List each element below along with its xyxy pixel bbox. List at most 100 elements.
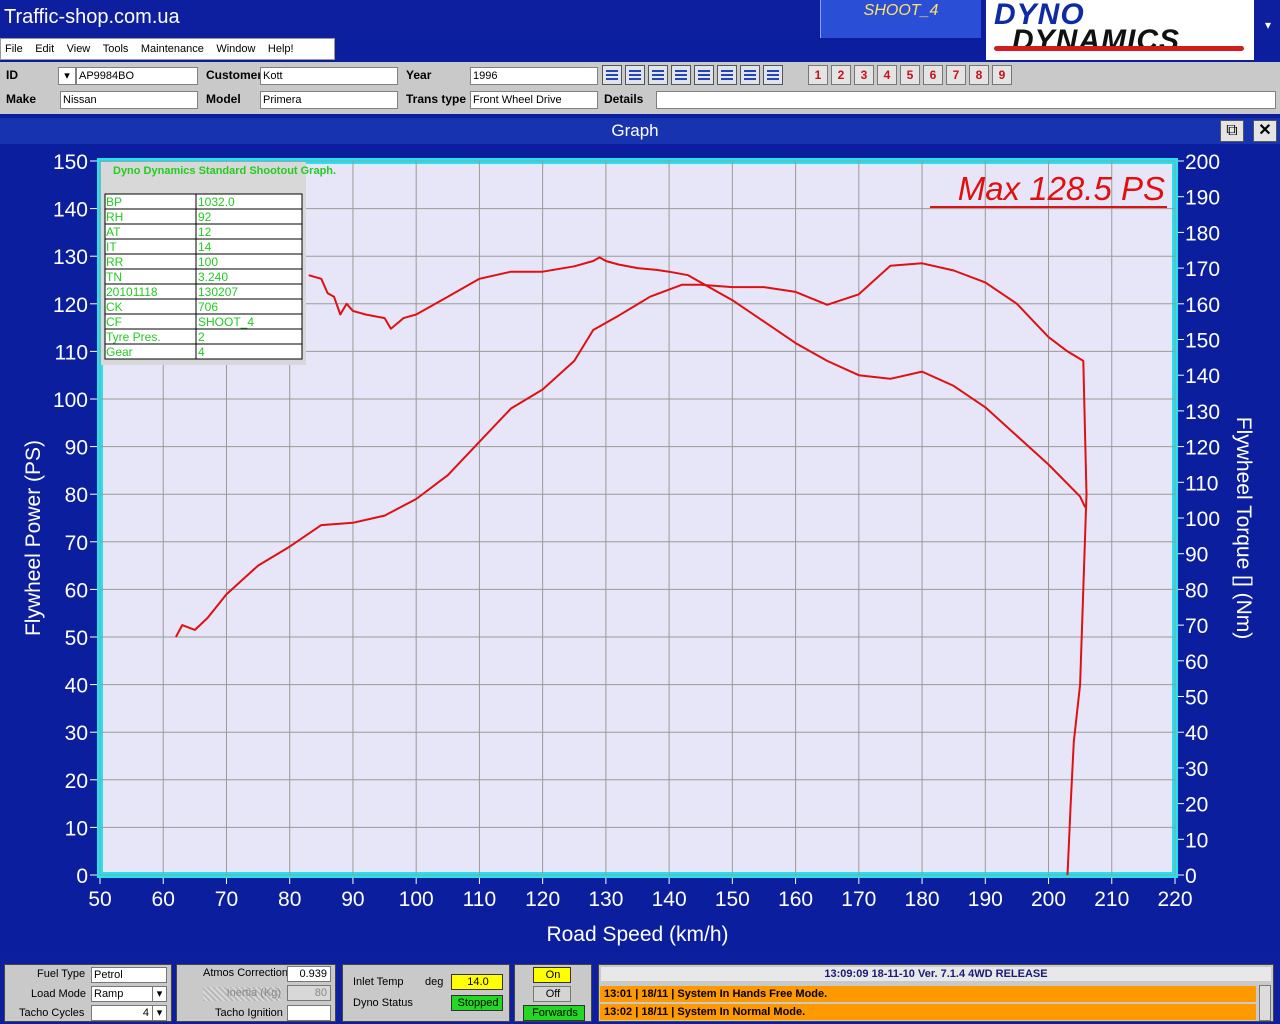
report-icon[interactable] xyxy=(694,65,714,85)
roller-panel: On Off Forwards xyxy=(514,964,592,1022)
y2-tick-label: 190 xyxy=(1185,187,1220,210)
menu-maintenance[interactable]: Maintenance xyxy=(137,40,208,55)
tacho-ignition-label: Tacho Ignition xyxy=(215,1007,283,1019)
chevron-down-icon[interactable]: ▾ xyxy=(1258,18,1278,38)
run-button-3[interactable]: 3 xyxy=(854,65,874,85)
x-tick-label: 170 xyxy=(841,888,876,911)
y2-tick-label: 50 xyxy=(1185,687,1208,710)
info-value: 4 xyxy=(198,345,205,359)
info-key: IT xyxy=(106,240,117,254)
y-tick-label: 0 xyxy=(76,865,88,888)
info-key: CK xyxy=(106,300,123,314)
y2-tick-label: 180 xyxy=(1185,222,1220,245)
off-button[interactable]: Off xyxy=(533,986,571,1002)
dyno-status-label: Dyno Status xyxy=(353,997,413,1009)
vehicle-info-panel: ID ▾ AP9984BO Customer Kott Year 1996 Ma… xyxy=(0,62,1280,114)
graph-window-title: Graph xyxy=(611,121,659,140)
logo-swoosh xyxy=(994,46,1244,51)
menu-window[interactable]: Window xyxy=(212,40,259,55)
run-button-5[interactable]: 5 xyxy=(900,65,920,85)
info-value: 130207 xyxy=(198,285,238,299)
print-icon[interactable] xyxy=(763,65,783,85)
run-button-1[interactable]: 1 xyxy=(808,65,828,85)
y2-tick-label: 170 xyxy=(1185,258,1220,281)
x-tick-label: 110 xyxy=(463,888,496,911)
atmos-correction-field[interactable]: 0.939 xyxy=(287,966,331,982)
info-key: BP xyxy=(106,195,122,209)
table-icon[interactable] xyxy=(602,65,622,85)
y2-tick-label: 60 xyxy=(1185,651,1208,674)
log-scrollbar[interactable] xyxy=(1259,985,1271,1021)
tacho-ignition-field[interactable] xyxy=(287,1005,331,1021)
run-button-7[interactable]: 7 xyxy=(946,65,966,85)
run-button-6[interactable]: 6 xyxy=(923,65,943,85)
y-tick-label: 130 xyxy=(53,246,88,269)
run-button-8[interactable]: 8 xyxy=(969,65,989,85)
y-tick-label: 20 xyxy=(65,770,88,793)
y-tick-label: 10 xyxy=(65,817,88,840)
fuel-type-field[interactable]: Petrol xyxy=(91,967,167,983)
info-value: 3.240 xyxy=(198,270,228,284)
trans-type-field[interactable]: Front Wheel Drive xyxy=(470,91,598,109)
close-icon[interactable]: ✕ xyxy=(1253,120,1277,142)
curve-icon[interactable] xyxy=(625,65,645,85)
info-value: 100 xyxy=(198,255,218,269)
fuel-panel: Fuel Type Petrol Load Mode Ramp ▾ Tacho … xyxy=(4,964,172,1022)
run-button-4[interactable]: 4 xyxy=(877,65,897,85)
y2-tick-label: 0 xyxy=(1185,865,1197,888)
x-tick-label: 70 xyxy=(215,888,238,911)
forwards-button[interactable]: Forwards xyxy=(523,1005,585,1021)
y2-tick-label: 110 xyxy=(1185,472,1218,495)
y2-axis-label: Flywheel Torque [] (Nm) xyxy=(1232,417,1255,640)
make-field[interactable]: Nissan xyxy=(60,91,198,109)
restore-icon[interactable]: ⧉ xyxy=(1220,120,1244,142)
run-button-2[interactable]: 2 xyxy=(831,65,851,85)
info-value: 92 xyxy=(198,210,212,224)
menu-file[interactable]: File xyxy=(1,40,27,55)
tacho-cycles-chevron-down-icon[interactable]: ▾ xyxy=(152,1005,167,1021)
y2-tick-label: 10 xyxy=(1185,829,1208,852)
menu-edit[interactable]: Edit xyxy=(31,40,58,55)
x-tick-label: 130 xyxy=(588,888,623,911)
y2-tick-label: 20 xyxy=(1185,794,1208,817)
x-tick-label: 120 xyxy=(525,888,560,911)
on-button[interactable]: On xyxy=(533,967,571,983)
customer-field[interactable]: Kott xyxy=(260,67,398,85)
details-field[interactable] xyxy=(656,91,1276,109)
run-button-9[interactable]: 9 xyxy=(992,65,1012,85)
inlet-temp-value: 14.0 xyxy=(451,974,503,990)
menu-tools[interactable]: Tools xyxy=(99,40,133,55)
dyno-icon[interactable] xyxy=(671,65,691,85)
y2-tick-label: 30 xyxy=(1185,758,1208,781)
max-power-annotation: Max 128.5 PS xyxy=(958,170,1165,207)
grid-icon[interactable] xyxy=(648,65,668,85)
layout-icon[interactable] xyxy=(717,65,737,85)
menu-help[interactable]: Help! xyxy=(264,40,298,55)
atmos-panel: Atmos Correction 0.939 Inertia (Kg) 80 T… xyxy=(176,964,336,1022)
info-value: 12 xyxy=(198,225,212,239)
id-field[interactable]: AP9984BO xyxy=(76,67,198,85)
line-icon[interactable] xyxy=(740,65,760,85)
info-key: CF xyxy=(106,315,122,329)
id-dropdown-icon[interactable]: ▾ xyxy=(58,67,76,85)
tacho-cycles-select[interactable]: 4 xyxy=(91,1005,153,1021)
customer-label: Customer xyxy=(202,65,262,85)
info-value: 14 xyxy=(198,240,212,254)
year-field[interactable]: 1996 xyxy=(470,67,598,85)
load-mode-select[interactable]: Ramp xyxy=(91,986,153,1002)
y-tick-label: 60 xyxy=(65,579,88,602)
model-label: Model xyxy=(202,89,260,109)
y-tick-label: 140 xyxy=(53,199,88,222)
x-tick-label: 50 xyxy=(88,888,111,911)
trans-type-label: Trans type xyxy=(402,89,470,109)
load-mode-chevron-down-icon[interactable]: ▾ xyxy=(152,986,167,1002)
model-field[interactable]: Primera xyxy=(260,91,398,109)
info-key: RH xyxy=(106,210,123,224)
menu-view[interactable]: View xyxy=(63,40,95,55)
y2-tick-label: 70 xyxy=(1185,615,1208,638)
shoot-label: SHOOT_4 xyxy=(863,2,939,19)
x-tick-label: 60 xyxy=(152,888,175,911)
y2-tick-label: 140 xyxy=(1185,365,1220,388)
clock-line: 13:09:09 18-11-10 Ver. 7.1.4 4WD RELEASE xyxy=(601,967,1271,981)
tacho-cycles-label: Tacho Cycles xyxy=(19,1007,85,1019)
